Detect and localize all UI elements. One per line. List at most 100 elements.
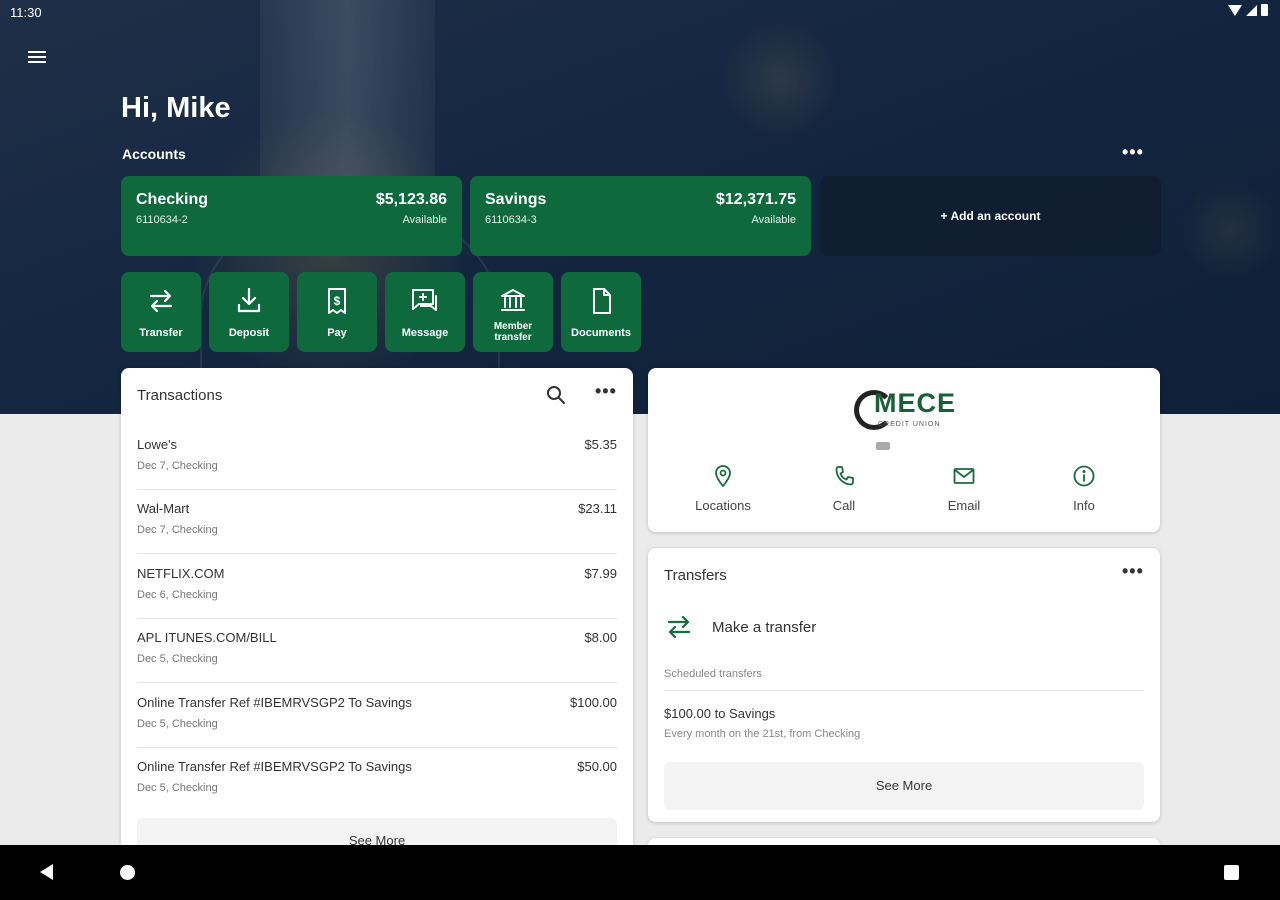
- transaction-meta: Dec 5, Checking: [137, 653, 218, 665]
- contact-call[interactable]: Call: [784, 464, 904, 513]
- make-transfer-button[interactable]: Make a transfer: [664, 608, 964, 648]
- document-icon: [561, 286, 641, 318]
- account-balance-label: Available: [402, 214, 447, 226]
- contact-email[interactable]: Email: [904, 464, 1024, 513]
- transfers-title: Transfers: [664, 567, 727, 584]
- contact-label: Email: [947, 498, 981, 513]
- account-number: 6110634-2: [136, 214, 188, 226]
- transaction-row[interactable]: Online Transfer Ref #IBEMRVSGP2 To Savin…: [137, 748, 617, 812]
- bank-icon: [473, 286, 553, 318]
- transfer-icon: [121, 286, 201, 318]
- contact-label: Locations: [695, 498, 751, 513]
- account-card-checking[interactable]: Checking 6110634-2 $5,123.86 Available: [121, 176, 462, 256]
- account-balance: $12,371.75: [715, 191, 796, 208]
- transactions-more-icon[interactable]: •••: [595, 381, 617, 402]
- action-documents[interactable]: Documents: [561, 272, 641, 352]
- scheduled-transfer-title[interactable]: $100.00 to Savings: [664, 706, 775, 721]
- transaction-row[interactable]: APL ITUNES.COM/BILL Dec 5, Checking $8.0…: [137, 619, 617, 683]
- transaction-description: Online Transfer Ref #IBEMRVSGP2 To Savin…: [137, 695, 412, 710]
- credit-union-logo: MECE CREDIT UNION: [854, 386, 964, 450]
- back-icon[interactable]: [40, 864, 53, 880]
- search-icon[interactable]: [545, 384, 567, 406]
- account-name: Checking: [136, 191, 209, 208]
- make-transfer-label: Make a transfer: [712, 619, 817, 636]
- transaction-amount: $100.00: [570, 695, 617, 710]
- action-message[interactable]: Message: [385, 272, 465, 352]
- transaction-description: Wal-Mart: [137, 501, 190, 516]
- location-pin-icon: [663, 464, 783, 488]
- transactions-title: Transactions: [137, 387, 223, 404]
- action-label: Transfer: [139, 327, 183, 339]
- transaction-meta: Dec 7, Checking: [137, 460, 218, 472]
- contact-label: Info: [1073, 498, 1095, 513]
- contact-label: Call: [832, 498, 856, 513]
- email-icon: [904, 464, 1024, 488]
- transaction-meta: Dec 5, Checking: [137, 718, 218, 730]
- transfers-more-icon[interactable]: •••: [1122, 561, 1144, 582]
- transaction-meta: Dec 7, Checking: [137, 524, 218, 536]
- action-label: Message: [401, 327, 449, 339]
- contact-locations[interactable]: Locations: [663, 464, 783, 513]
- status-icons: [1228, 4, 1268, 16]
- battery-icon: [1261, 4, 1268, 16]
- transaction-amount: $23.11: [578, 501, 617, 516]
- action-pay[interactable]: $ Pay: [297, 272, 377, 352]
- scheduled-transfer-subtitle: Every month on the 21st, from Checking: [664, 728, 861, 740]
- pay-icon: $: [297, 286, 377, 318]
- phone-icon: [784, 464, 904, 488]
- scheduled-transfers-label: Scheduled transfers: [664, 668, 762, 680]
- transfers-see-more-button[interactable]: See More: [664, 762, 1144, 810]
- contact-info[interactable]: Info: [1024, 464, 1144, 513]
- transaction-amount: $50.00: [577, 759, 617, 774]
- transaction-description: APL ITUNES.COM/BILL: [137, 630, 277, 645]
- transaction-meta: Dec 5, Checking: [137, 782, 218, 794]
- status-bar: 11:30: [0, 0, 1280, 26]
- account-name: Savings: [485, 191, 547, 208]
- transaction-amount: $5.35: [584, 437, 617, 452]
- transaction-amount: $7.99: [584, 566, 617, 581]
- transfer-icon: [664, 612, 694, 647]
- transaction-description: Lowe's: [137, 437, 178, 452]
- logo-wordmark: MECE: [874, 388, 957, 418]
- action-transfer[interactable]: Transfer: [121, 272, 201, 352]
- account-card-savings[interactable]: Savings 6110634-3 $12,371.75 Available: [470, 176, 811, 256]
- action-label: Member transfer: [493, 321, 533, 343]
- action-label: Deposit: [228, 327, 270, 339]
- logo-bulb-base: [876, 442, 890, 450]
- accounts-section-label: Accounts: [122, 146, 186, 162]
- transaction-meta: Dec 6, Checking: [137, 589, 218, 601]
- transaction-row[interactable]: Lowe's Dec 7, Checking $5.35: [137, 426, 617, 490]
- transaction-row[interactable]: Online Transfer Ref #IBEMRVSGP2 To Savin…: [137, 684, 617, 748]
- system-nav-bar: [0, 845, 1280, 900]
- svg-text:$: $: [334, 294, 341, 308]
- action-member-transfer[interactable]: Member transfer: [473, 272, 553, 352]
- deposit-icon: [209, 286, 289, 318]
- status-time: 11:30: [10, 5, 42, 20]
- greeting-title: Hi, Mike: [121, 92, 231, 124]
- transaction-row[interactable]: Wal-Mart Dec 7, Checking $23.11: [137, 490, 617, 554]
- logo-subtext: CREDIT UNION: [878, 421, 941, 428]
- signal-icon: [1246, 4, 1257, 16]
- info-icon: [1024, 464, 1144, 488]
- transaction-description: Online Transfer Ref #IBEMRVSGP2 To Savin…: [137, 759, 412, 774]
- action-deposit[interactable]: Deposit: [209, 272, 289, 352]
- account-balance-label: Available: [751, 214, 796, 226]
- transaction-description: NETFLIX.COM: [137, 566, 225, 581]
- transaction-amount: $8.00: [584, 630, 617, 645]
- recent-apps-icon[interactable]: [1224, 865, 1239, 880]
- action-label: Pay: [327, 327, 347, 339]
- home-icon[interactable]: [120, 865, 135, 880]
- action-label: Documents: [571, 327, 631, 339]
- transfers-card: Transfers ••• Make a transfer Scheduled …: [648, 548, 1160, 822]
- transactions-card: Transactions ••• Lowe's Dec 7, Checking …: [121, 368, 633, 868]
- transaction-row[interactable]: NETFLIX.COM Dec 6, Checking $7.99: [137, 555, 617, 619]
- account-balance: $5,123.86: [375, 191, 447, 208]
- credit-union-card: MECE CREDIT UNION Locations Call Email I…: [648, 368, 1160, 532]
- hamburger-menu-icon[interactable]: [26, 48, 48, 66]
- account-number: 6110634-3: [485, 214, 537, 226]
- add-account-button[interactable]: + Add an account: [820, 176, 1161, 256]
- message-icon: [385, 286, 465, 318]
- divider: [664, 690, 1144, 691]
- wifi-icon: [1228, 4, 1242, 16]
- accounts-more-icon[interactable]: •••: [1122, 142, 1144, 163]
